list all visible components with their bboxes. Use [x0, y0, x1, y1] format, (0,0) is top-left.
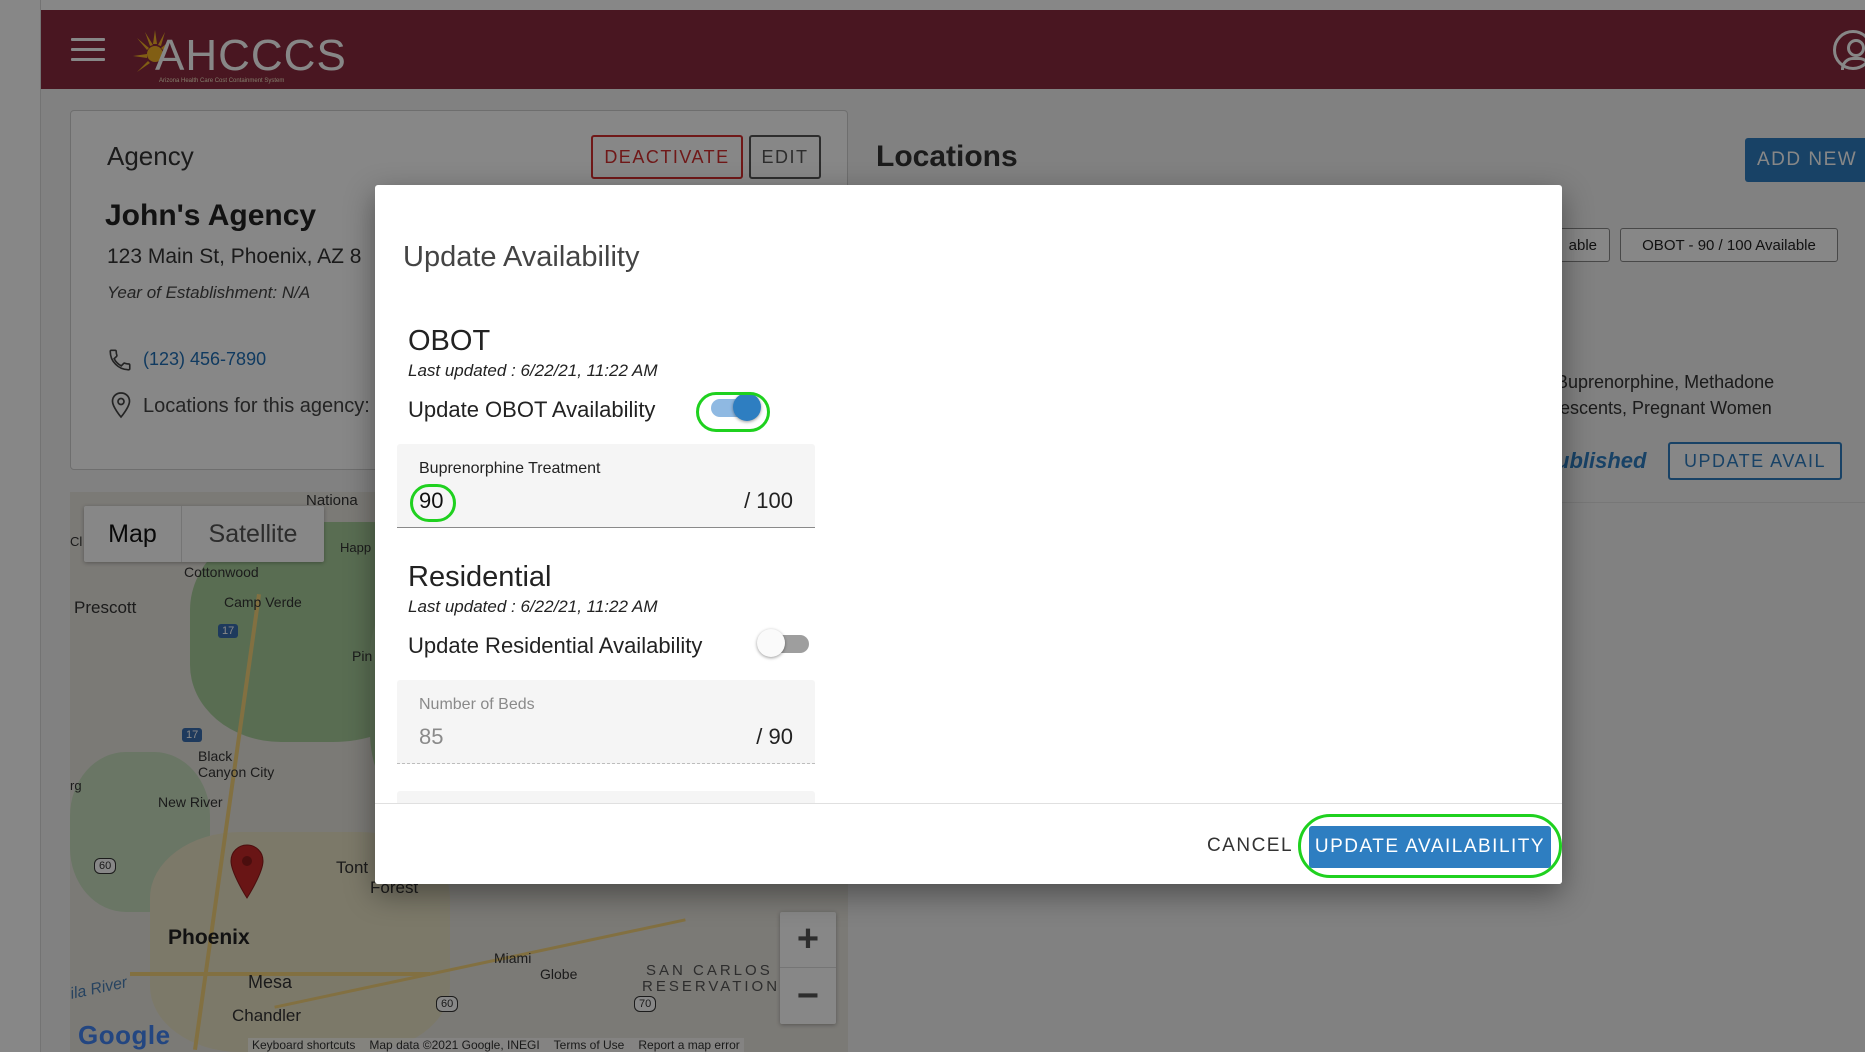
number-of-beds-total: / 90: [756, 724, 793, 749]
buprenorphine-field[interactable]: Buprenorphine Treatment / 100: [397, 444, 815, 528]
buprenorphine-field-label: Buprenorphine Treatment: [419, 460, 601, 477]
cancel-button[interactable]: CANCEL: [1205, 828, 1295, 864]
switch-knob: [733, 393, 761, 421]
residential-toggle-label: Update Residential Availability: [408, 633, 703, 658]
number-of-beds-label: Number of Beds: [419, 696, 535, 713]
app-root: AHCCCS Arizona Health Care Cost Containm…: [0, 0, 1865, 1052]
buprenorphine-input[interactable]: [419, 488, 619, 514]
obot-availability-switch[interactable]: [705, 389, 763, 425]
obot-last-updated: Last updated : 6/22/21, 11:22 AM: [408, 361, 658, 380]
number-of-beds-field: Number of Beds / 90: [397, 680, 815, 764]
residential-last-updated: Last updated : 6/22/21, 11:22 AM: [408, 597, 658, 616]
obot-toggle-label: Update OBOT Availability: [408, 397, 656, 422]
buprenorphine-total: / 100: [744, 488, 793, 513]
residential-section-title: Residential: [408, 561, 552, 593]
dialog-footer: CANCEL UPDATE AVAILABILITY: [375, 803, 1562, 884]
update-availability-dialog: Update Availability OBOT Last updated : …: [375, 185, 1562, 884]
dialog-title: Update Availability: [403, 241, 640, 273]
obot-section-title: OBOT: [408, 325, 491, 357]
next-field-partial: [397, 791, 815, 803]
number-of-beds-input: [419, 724, 619, 750]
switch-knob: [757, 629, 785, 657]
residential-availability-switch[interactable]: [757, 625, 815, 661]
dialog-body: Update Availability OBOT Last updated : …: [375, 185, 1562, 803]
update-availability-button[interactable]: UPDATE AVAILABILITY: [1309, 826, 1551, 868]
